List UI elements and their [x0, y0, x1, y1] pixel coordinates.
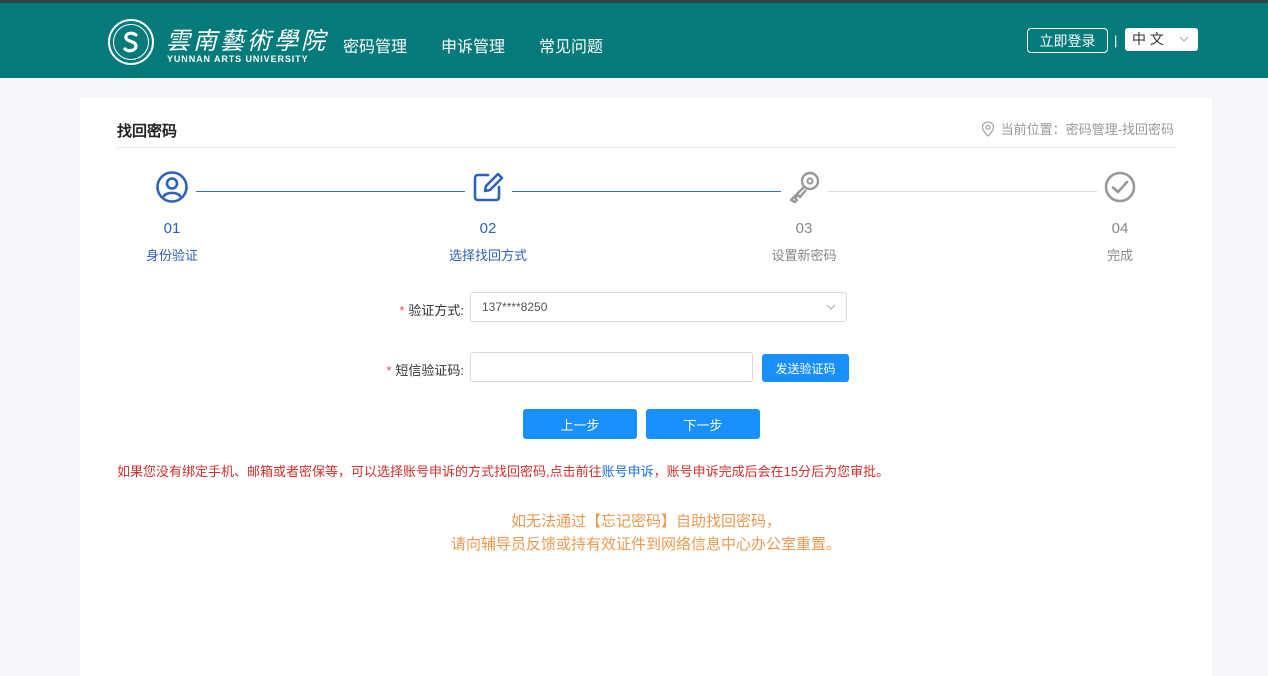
step-label: 完成 [1106, 248, 1133, 263]
help-text-line-2: 请向辅导员反馈或持有效证件到网络信息中心办公室重置。 [450, 536, 841, 553]
header-separator: | [1114, 33, 1118, 48]
nav-faq[interactable]: 常见问题 [539, 33, 603, 57]
step-connector-3 [828, 191, 1097, 192]
help-text-line-1: 如无法通过【忘记密码】自助找回密码， [510, 513, 781, 530]
breadcrumb: 当前位置：密码管理-找回密码 [981, 119, 1174, 138]
user-circle-icon [156, 171, 188, 203]
account-appeal-link[interactable]: 账号申诉 [602, 464, 654, 479]
chevron-down-icon [1179, 36, 1189, 42]
verification-method-value: 137****8250 [482, 300, 548, 314]
step-label: 选择找回方式 [448, 248, 527, 263]
method-label: * 验证方式: [380, 300, 464, 319]
header: 雲南藝術學院 YUNNAN ARTS UNIVERSITY 密码管理 申诉管理 … [0, 3, 1268, 78]
step-set-new-password: 03 设置新密码 [744, 170, 864, 264]
step-number: 04 [1111, 220, 1129, 237]
chevron-down-icon [826, 304, 836, 310]
sms-label-text: 短信验证码: [395, 363, 464, 378]
login-button[interactable]: 立即登录 [1027, 28, 1108, 53]
step-label: 身份验证 [145, 248, 198, 263]
previous-step-button[interactable]: 上一步 [523, 409, 637, 439]
step-number: 02 [479, 220, 497, 237]
university-logo[interactable]: 雲南藝術學院 YUNNAN ARTS UNIVERSITY [108, 19, 325, 67]
location-pin-icon [981, 120, 994, 137]
required-mark: * [386, 363, 392, 378]
main-card: 找回密码 当前位置：密码管理-找回密码 01 身份验证 02 选择找回方式 03… [80, 98, 1212, 676]
required-mark: * [399, 303, 405, 318]
logo-emblem-icon [108, 19, 154, 65]
nav-appeal-management[interactable]: 申诉管理 [441, 33, 505, 57]
sms-label: * 短信验证码: [360, 360, 464, 379]
step-number: 03 [795, 220, 813, 237]
sms-code-input[interactable] [470, 352, 753, 382]
method-label-text: 验证方式: [408, 303, 464, 318]
notice-text-after: ，账号申诉完成后会在15分后为您审批。 [653, 464, 890, 479]
title-divider [117, 147, 1175, 148]
page-title: 找回密码 [117, 123, 178, 140]
step-number: 01 [163, 220, 181, 237]
send-code-button[interactable]: 发送验证码 [762, 354, 849, 382]
check-circle-icon [1104, 171, 1136, 203]
step-label: 设置新密码 [771, 248, 837, 263]
language-select[interactable]: 中 文 [1125, 28, 1198, 51]
logo-english-name: YUNNAN ARTS UNIVERSITY [167, 54, 309, 64]
step-complete: 04 完成 [1060, 170, 1180, 264]
notice-text-before: 如果您没有绑定手机、邮箱或者密保等，可以选择账号申诉的方式找回密码,点击前往 [117, 464, 602, 479]
verification-method-select[interactable]: 137****8250 [470, 292, 847, 322]
appeal-notice: 如果您没有绑定手机、邮箱或者密保等，可以选择账号申诉的方式找回密码,点击前往账号… [117, 461, 889, 480]
step-connector-2 [512, 191, 781, 192]
step-identity-verification: 01 身份验证 [112, 170, 232, 264]
logo-chinese-name: 雲南藝術學院 [166, 27, 328, 55]
key-icon [789, 171, 820, 204]
nav-password-management[interactable]: 密码管理 [343, 33, 407, 57]
breadcrumb-text: 当前位置：密码管理-找回密码 [1000, 122, 1174, 137]
next-step-button[interactable]: 下一步 [646, 409, 760, 439]
edit-icon [473, 172, 504, 202]
step-choose-method: 02 选择找回方式 [428, 170, 548, 264]
language-value: 中 文 [1132, 31, 1164, 47]
step-connector-1 [196, 191, 465, 192]
